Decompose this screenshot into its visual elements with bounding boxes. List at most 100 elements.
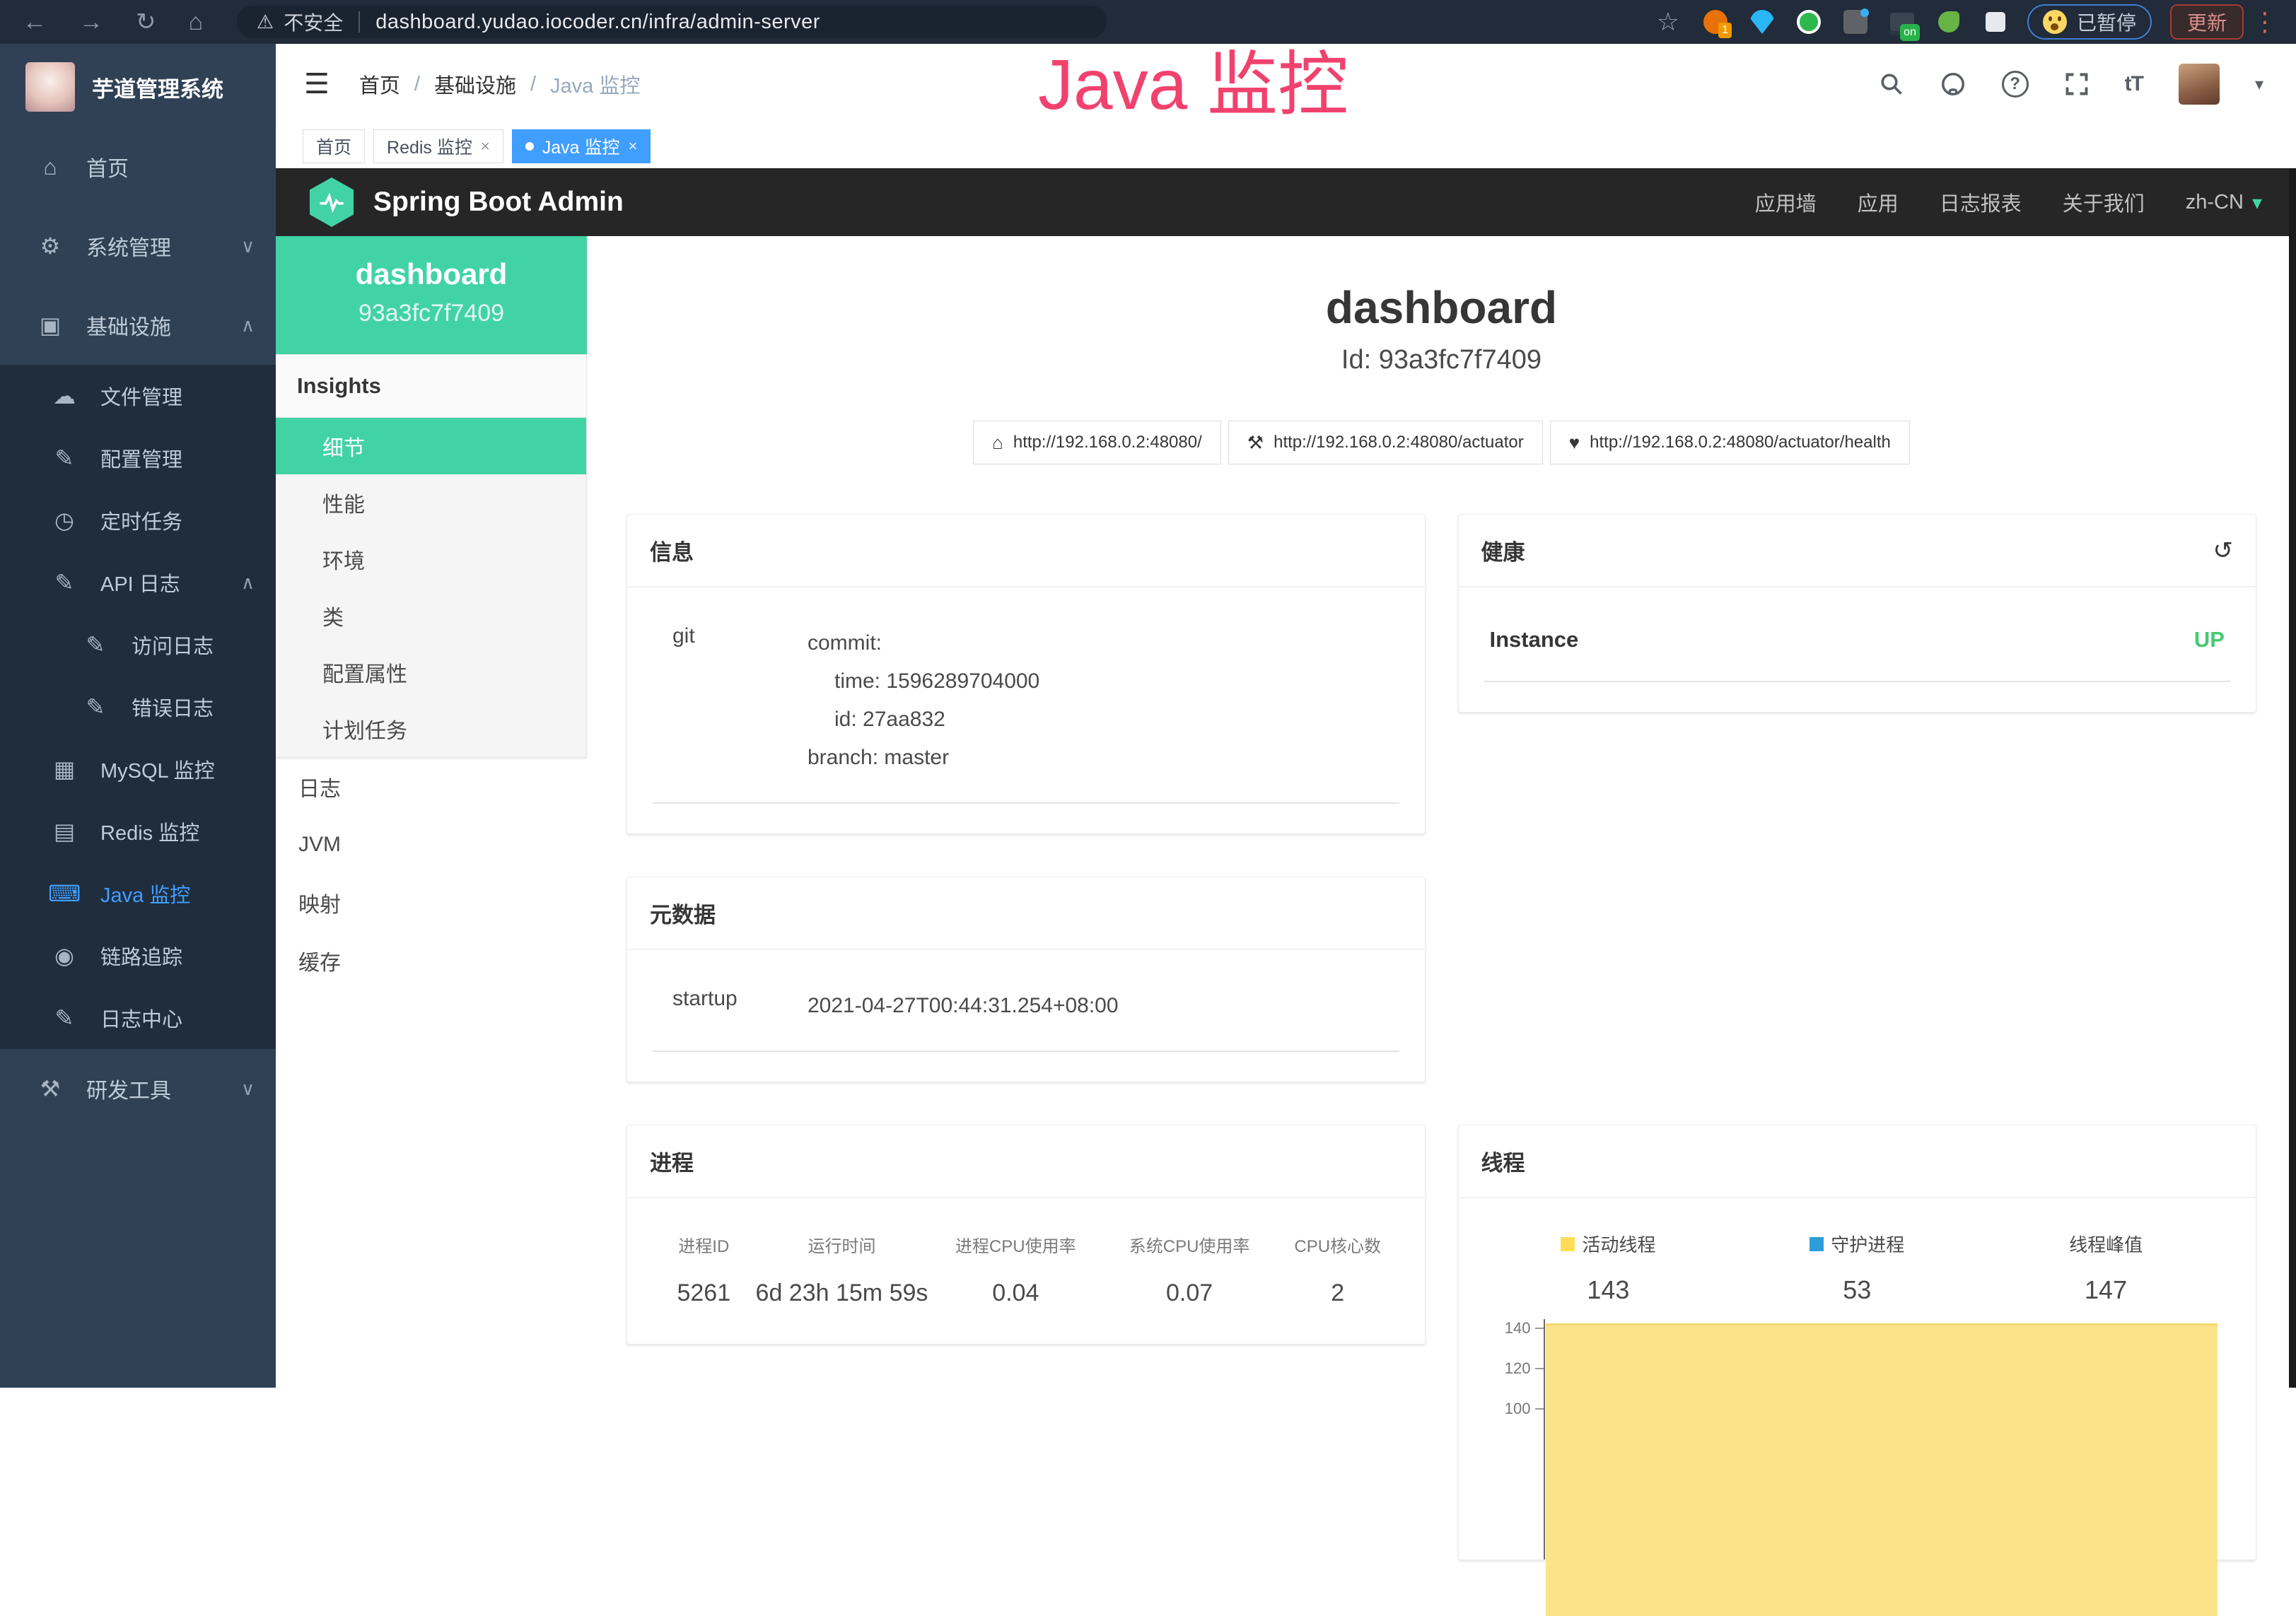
cpu-cores: 2 xyxy=(1276,1280,1399,1307)
menu-item-caches[interactable]: 缓存 xyxy=(276,932,587,990)
github-icon[interactable] xyxy=(1940,71,1966,98)
page-url[interactable]: dashboard.yudao.iocoder.cn/infra/admin-s… xyxy=(375,11,820,34)
live-threads-swatch xyxy=(1561,1237,1575,1251)
user-menu-caret-icon[interactable]: ▾ xyxy=(2255,74,2263,95)
sidebar-item-error-log[interactable]: ✎ 错误日志 xyxy=(0,676,276,738)
instance-links: ⌂ http://192.168.0.2:48080/ ⚒ http://192… xyxy=(627,421,2256,464)
gear-icon: ⚙ xyxy=(34,233,66,259)
peak-threads-value: 147 xyxy=(1981,1275,2230,1305)
browser-menu-icon[interactable]: ⋮ xyxy=(2252,7,2278,37)
sidebar-toggle-icon[interactable]: ☰ xyxy=(304,68,330,100)
paused-emoji-icon xyxy=(2043,10,2067,34)
menu-item-environment[interactable]: 环境 xyxy=(276,531,586,587)
menu-item-classes[interactable]: 类 xyxy=(276,587,586,644)
address-bar[interactable]: ⚠ 不安全 dashboard.yudao.iocoder.cn/infra/a… xyxy=(237,6,1107,38)
app-logo xyxy=(25,62,75,112)
font-size-icon[interactable]: tT xyxy=(2125,72,2143,96)
breadcrumb-infra[interactable]: 基础设施 xyxy=(434,69,516,99)
tab-redis-monitor[interactable]: Redis 监控 × xyxy=(373,129,503,163)
browser-home-icon[interactable]: ⌂ xyxy=(189,8,204,36)
sba-locale-select[interactable]: zh-CN ▾ xyxy=(2186,191,2262,214)
info-key-git: git xyxy=(655,624,808,648)
tab-java-monitor[interactable]: Java 监控 × xyxy=(512,129,651,163)
sba-nav-journal[interactable]: 日志报表 xyxy=(1940,187,2022,217)
help-icon[interactable]: ? xyxy=(2002,71,2029,98)
extensions-puzzle-icon[interactable] xyxy=(1981,7,2010,37)
extension-orange-icon[interactable]: 1 xyxy=(1701,7,1730,37)
scrollbar[interactable] xyxy=(2289,168,2296,1388)
process-panel: 进程 进程ID 运行时间 进程CPU使用率 系统CPU使用率 CPU核心数 52… xyxy=(627,1125,1426,1345)
menu-item-logfile[interactable]: 日志 xyxy=(276,758,587,816)
browser-update-button[interactable]: 更新 xyxy=(2170,4,2244,40)
sidebar-item-trace[interactable]: ◉ 链路追踪 xyxy=(0,925,276,987)
sidebar-item-log-center[interactable]: ✎ 日志中心 xyxy=(0,987,276,1049)
threads-chart-yaxis: 140 120 100 xyxy=(1484,1319,1544,1559)
chevron-down-icon: ▾ xyxy=(2252,191,2262,214)
insights-menu: Insights 细节 性能 环境 类 配置属性 计划任务 xyxy=(276,354,587,758)
sidebar-item-home[interactable]: ⌂ 首页 xyxy=(0,127,276,206)
sidebar-item-infra[interactable]: ▣ 基础设施 ∧ xyxy=(0,286,276,365)
history-icon[interactable]: ↺ xyxy=(2213,537,2234,565)
sidebar-item-mysql-monitor[interactable]: ▦ MySQL 监控 xyxy=(0,738,276,800)
app-logo-row[interactable]: 芋道管理系统 xyxy=(0,44,276,127)
close-icon[interactable]: × xyxy=(481,137,490,156)
spring-boot-admin-logo[interactable] xyxy=(310,177,354,227)
profile-paused-chip[interactable]: 已暂停 xyxy=(2027,4,2152,40)
extension-green-circle-icon[interactable] xyxy=(1794,7,1824,37)
log-edit-icon: ✎ xyxy=(48,1005,81,1031)
threads-panel-title: 线程 xyxy=(1481,1145,1525,1177)
search-icon[interactable] xyxy=(1879,71,1904,97)
sidebar-item-access-log[interactable]: ✎ 访问日志 xyxy=(0,614,276,676)
extension-grid-icon[interactable] xyxy=(1841,7,1870,37)
threads-legend: 活动线程 守护进程 线程峰值 143 53 147 xyxy=(1484,1226,2231,1305)
fullscreen-icon[interactable] xyxy=(2064,71,2090,97)
menu-item-metrics[interactable]: 性能 xyxy=(276,474,586,531)
sba-nav-wallboard[interactable]: 应用墙 xyxy=(1755,187,1817,217)
user-avatar[interactable] xyxy=(2179,64,2220,105)
extension-pin-icon[interactable] xyxy=(1747,7,1777,37)
browser-forward-icon[interactable]: → xyxy=(79,8,103,36)
tab-home[interactable]: 首页 xyxy=(303,129,365,163)
metadata-panel: 元数据 startup 2021-04-27T00:44:31.254+08:0… xyxy=(627,877,1426,1082)
main-sidebar: 芋道管理系统 ⌂ 首页 ⚙ 系统管理 ∨ ▣ 基础设施 ∧ ☁ 文件管理 ✎ 配… xyxy=(0,44,276,1388)
extension-stack-icon[interactable]: on xyxy=(1887,7,1917,37)
bookmark-star-icon[interactable]: ☆ xyxy=(1657,7,1679,37)
instance-name: dashboard xyxy=(283,257,580,291)
not-secure-label[interactable]: 不安全 xyxy=(284,8,343,36)
screen-icon: ⌨ xyxy=(48,880,81,907)
health-url-link[interactable]: ♥ http://192.168.0.2:48080/actuator/heal… xyxy=(1550,421,1910,464)
menu-item-details[interactable]: 细节 xyxy=(276,418,586,474)
sba-nav-applications[interactable]: 应用 xyxy=(1858,187,1899,217)
chevron-up-icon: ∧ xyxy=(241,315,255,336)
live-threads-value: 143 xyxy=(1484,1275,1733,1305)
sidebar-item-config-manage[interactable]: ✎ 配置管理 xyxy=(0,427,276,489)
sba-nav-about[interactable]: 关于我们 xyxy=(2063,187,2145,217)
process-cpu: 0.04 xyxy=(928,1280,1102,1307)
health-instance-label[interactable]: Instance xyxy=(1490,627,1579,652)
sba-brand-title[interactable]: Spring Boot Admin xyxy=(373,187,624,218)
menu-item-jvm[interactable]: JVM xyxy=(276,816,587,874)
metadata-panel-title: 元数据 xyxy=(650,897,716,929)
info-panel: 信息 git commit: time: 1596289704000 id: 2… xyxy=(627,514,1426,834)
timer-icon: ◷ xyxy=(48,507,81,534)
service-url-link[interactable]: ⌂ http://192.168.0.2:48080/ xyxy=(973,421,1221,464)
menu-item-configprops[interactable]: 配置属性 xyxy=(276,644,586,701)
browser-back-icon[interactable]: ← xyxy=(23,8,47,36)
sidebar-item-api-log[interactable]: ✎ API 日志 ∧ xyxy=(0,551,276,614)
sidebar-item-java-monitor[interactable]: ⌨ Java 监控 xyxy=(0,862,276,925)
menu-item-scheduled-tasks[interactable]: 计划任务 xyxy=(276,701,586,757)
sidebar-item-devtools[interactable]: ⚒ 研发工具 ∨ xyxy=(0,1049,276,1128)
menu-item-mappings[interactable]: 映射 xyxy=(276,874,587,932)
actuator-url-link[interactable]: ⚒ http://192.168.0.2:48080/actuator xyxy=(1228,421,1543,464)
threads-area-chart: 140 120 100 xyxy=(1484,1319,2231,1559)
sidebar-item-scheduled-job[interactable]: ◷ 定时任务 xyxy=(0,489,276,551)
breadcrumb-home[interactable]: 首页 xyxy=(359,69,400,99)
sidebar-item-redis-monitor[interactable]: ▤ Redis 监控 xyxy=(0,800,276,862)
browser-reload-icon[interactable]: ↻ xyxy=(136,8,156,36)
sidebar-item-file-manage[interactable]: ☁ 文件管理 xyxy=(0,365,276,427)
close-icon[interactable]: × xyxy=(629,137,638,156)
instance-card[interactable]: dashboard 93a3fc7f7409 xyxy=(276,236,587,354)
toolbox-icon: ⚒ xyxy=(34,1075,66,1102)
sidebar-item-system[interactable]: ⚙ 系统管理 ∨ xyxy=(0,206,276,286)
extension-leaf-icon[interactable] xyxy=(1934,7,1964,37)
